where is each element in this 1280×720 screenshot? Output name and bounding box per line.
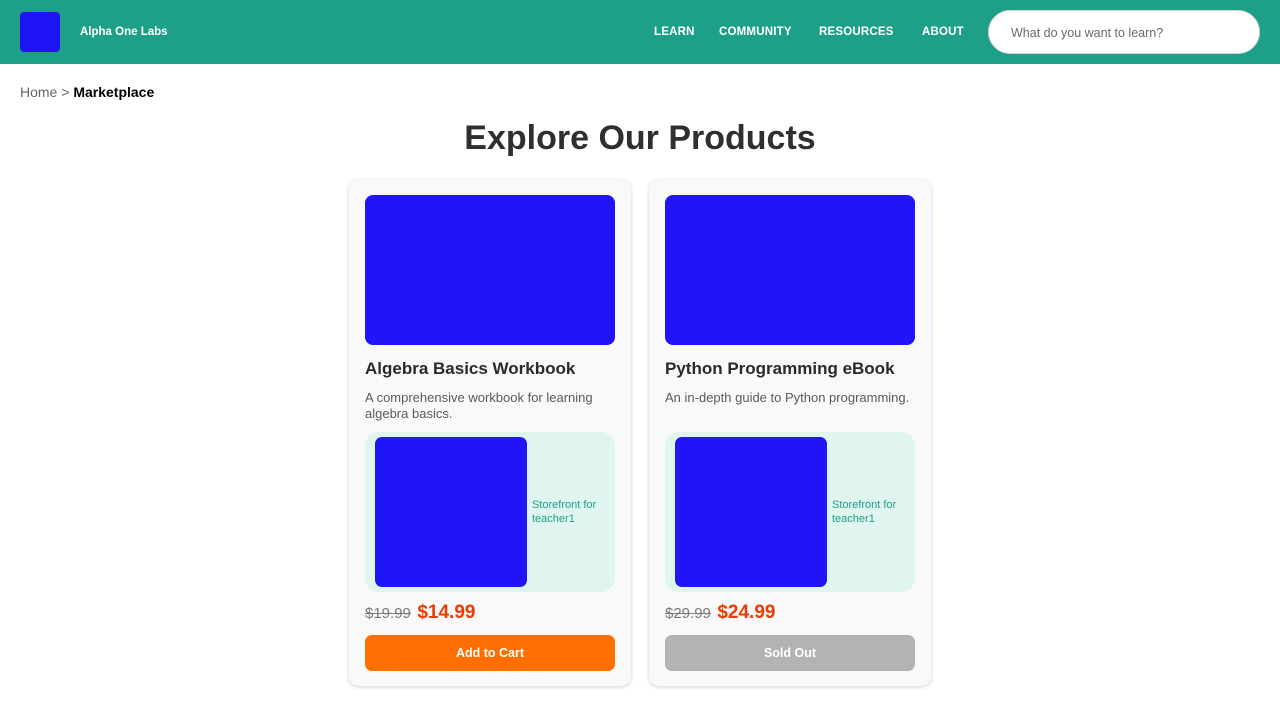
price-row: $19.99 $14.99: [365, 602, 475, 624]
nav-about[interactable]: ABOUT: [922, 25, 964, 39]
storefront-link[interactable]: Storefront for teacher1: [365, 432, 615, 592]
storefront-label: Storefront for teacher1: [832, 499, 897, 525]
sale-price: $24.99: [717, 602, 776, 623]
search-box: [988, 10, 1260, 54]
product-description: An in-depth guide to Python programming.: [665, 390, 910, 405]
breadcrumb-home[interactable]: Home: [20, 84, 57, 100]
product-description: A comprehensive workbook for learning al…: [365, 390, 593, 421]
search-input[interactable]: [1011, 23, 1241, 43]
product-image[interactable]: [365, 195, 615, 345]
nav-learn[interactable]: LEARN: [654, 25, 695, 39]
site-header: Alpha One Labs LEARN COMMUNITY RESOURCES…: [0, 0, 1280, 64]
product-card: Python Programming eBook An in-depth gui…: [649, 180, 931, 686]
page-title: Explore Our Products: [464, 119, 816, 157]
storefront-link[interactable]: Storefront for teacher1: [665, 432, 915, 592]
nav-community[interactable]: COMMUNITY: [719, 25, 792, 39]
breadcrumb: Home > Marketplace: [20, 84, 154, 101]
brand-name[interactable]: Alpha One Labs: [80, 25, 168, 39]
product-title[interactable]: Algebra Basics Workbook: [365, 359, 575, 379]
sale-price: $14.99: [417, 602, 476, 623]
price-row: $29.99 $24.99: [665, 602, 775, 624]
breadcrumb-separator: >: [61, 84, 70, 100]
storefront-label: Storefront for teacher1: [532, 499, 597, 525]
storefront-image: [675, 437, 827, 587]
product-card: Algebra Basics Workbook A comprehensive …: [349, 180, 631, 686]
add-to-cart-button[interactable]: Add to Cart: [365, 635, 615, 671]
sold-out-button: Sold Out: [665, 635, 915, 671]
original-price: $29.99: [665, 605, 711, 622]
breadcrumb-current: Marketplace: [73, 84, 155, 100]
original-price: $19.99: [365, 605, 411, 622]
product-image[interactable]: [665, 195, 915, 345]
storefront-image: [375, 437, 527, 587]
product-title[interactable]: Python Programming eBook: [665, 359, 895, 379]
site-logo[interactable]: [20, 12, 60, 52]
nav-resources[interactable]: RESOURCES: [819, 25, 894, 39]
